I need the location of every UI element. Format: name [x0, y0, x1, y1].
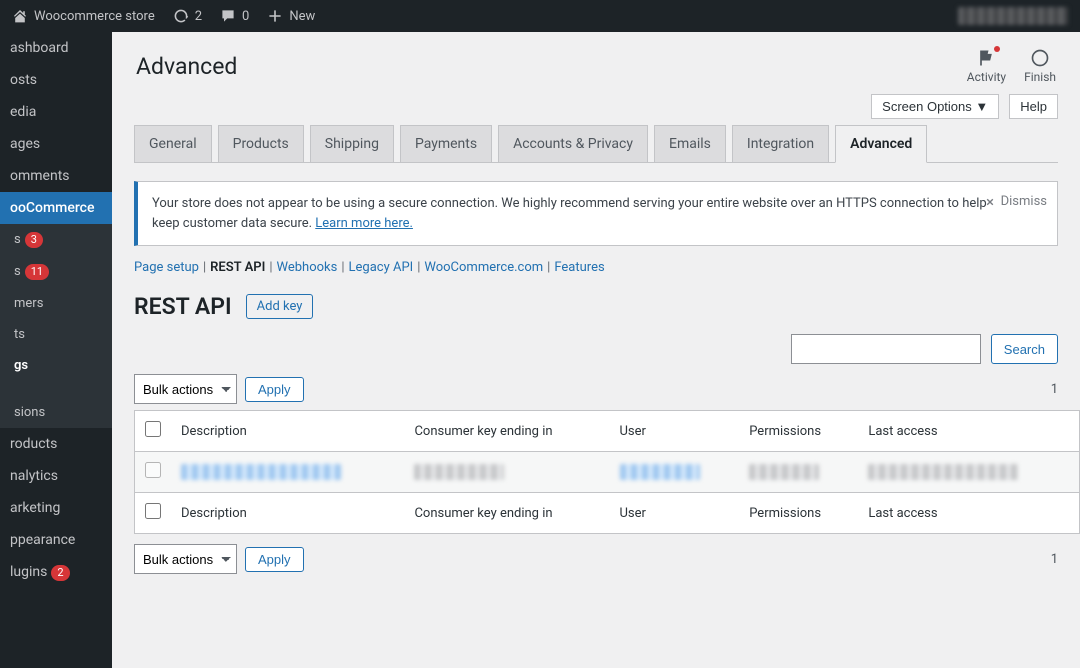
bulk-action-select-bottom[interactable]: Bulk actions [134, 544, 237, 574]
page-title: Advanced [136, 53, 237, 80]
item-count-bottom: 1 [1051, 552, 1058, 567]
adminbar: Woocommerce store 2 0 New [0, 0, 1080, 32]
sidebar-item[interactable]: arketing [0, 492, 112, 524]
help-button[interactable]: Help [1009, 94, 1058, 119]
sidebar-item[interactable]: ts [0, 319, 112, 350]
api-keys-table: Description Consumer key ending in User … [134, 410, 1080, 534]
new-label: New [289, 9, 315, 24]
home-icon [12, 8, 28, 24]
col-consumer-key-foot: Consumer key ending in [404, 493, 609, 534]
bulk-action-select-top[interactable]: Bulk actions [134, 374, 237, 404]
select-all-bottom[interactable] [145, 503, 161, 519]
sidebar-item[interactable] [0, 381, 112, 397]
subtab-webhooks[interactable]: Webhooks [277, 260, 338, 275]
dismiss-label: Dismiss [1001, 192, 1047, 212]
badge: 2 [51, 565, 69, 581]
select-all-top[interactable] [145, 421, 161, 437]
subtab-woocommerce-com[interactable]: WooCommerce.com [424, 260, 543, 275]
close-icon [983, 195, 997, 209]
col-description-foot: Description [171, 493, 404, 534]
dismiss-button[interactable]: Dismiss [983, 192, 1047, 212]
subtab-rest-api: REST API [210, 260, 265, 275]
sidebar-item[interactable]: s11 [0, 256, 112, 288]
sidebar-item[interactable]: lugins2 [0, 556, 112, 589]
col-description[interactable]: Description [171, 411, 404, 452]
col-last-access[interactable]: Last access [858, 411, 1079, 452]
site-link[interactable]: Woocommerce store [12, 8, 155, 24]
col-consumer-key[interactable]: Consumer key ending in [404, 411, 609, 452]
sidebar-item[interactable]: sions [0, 397, 112, 428]
tab-integration[interactable]: Integration [732, 125, 829, 162]
plus-icon [267, 8, 283, 24]
finish-label: Finish [1024, 70, 1056, 84]
col-user-foot: User [610, 493, 740, 534]
redacted-consumer-key [414, 464, 504, 480]
tab-payments[interactable]: Payments [400, 125, 492, 162]
add-key-button[interactable]: Add key [246, 294, 314, 319]
comment-icon [220, 8, 236, 24]
notice-learn-more[interactable]: Learn more here. [315, 216, 413, 231]
finish-setup[interactable]: Finish [1024, 48, 1056, 84]
sidebar-item[interactable]: edia [0, 96, 112, 128]
sidebar-item[interactable]: s3 [0, 224, 112, 256]
subtab-legacy-api[interactable]: Legacy API [349, 260, 414, 275]
sidebar-item[interactable]: mers [0, 288, 112, 319]
tab-general[interactable]: General [134, 125, 212, 162]
search-button[interactable]: Search [991, 334, 1058, 364]
subtab-page-setup[interactable]: Page setup [134, 260, 199, 275]
redacted-user [620, 464, 700, 480]
circle-icon [1030, 48, 1050, 68]
settings-tabs: GeneralProductsShippingPaymentsAccounts … [134, 125, 1058, 163]
site-name: Woocommerce store [34, 9, 155, 24]
activity-panel[interactable]: Activity [967, 48, 1006, 84]
search-input[interactable] [791, 334, 981, 364]
apply-button-top[interactable]: Apply [245, 377, 304, 402]
sidebar-item[interactable]: ashboard [0, 32, 112, 64]
notice-text: Your store does not appear to be using a… [152, 196, 987, 231]
tab-shipping[interactable]: Shipping [310, 125, 394, 162]
update-icon [173, 8, 189, 24]
badge: 11 [25, 264, 49, 280]
updates-count: 2 [195, 9, 202, 24]
tab-emails[interactable]: Emails [654, 125, 726, 162]
row-checkbox[interactable] [145, 462, 161, 478]
section-title: REST API [134, 293, 232, 320]
table-row[interactable] [135, 452, 1080, 493]
sidebar-item[interactable]: roducts [0, 428, 112, 460]
subtab-features[interactable]: Features [554, 260, 604, 275]
tab-accounts-privacy[interactable]: Accounts & Privacy [498, 125, 648, 162]
sidebar-item[interactable]: nalytics [0, 460, 112, 492]
col-last-access-foot: Last access [858, 493, 1079, 534]
tab-products[interactable]: Products [218, 125, 304, 162]
col-user[interactable]: User [610, 411, 740, 452]
https-notice: Your store does not appear to be using a… [134, 181, 1058, 246]
redacted-last-access [868, 464, 1018, 480]
comments-link[interactable]: 0 [220, 8, 249, 24]
sidebar-item[interactable]: omments [0, 160, 112, 192]
sidebar-item[interactable]: osts [0, 64, 112, 96]
updates-link[interactable]: 2 [173, 8, 202, 24]
advanced-subtabs: Page setup|REST API|Webhooks|Legacy API|… [134, 260, 1058, 275]
badge: 3 [25, 232, 43, 248]
col-permissions[interactable]: Permissions [739, 411, 858, 452]
redacted-description [181, 464, 341, 480]
admin-sidebar: ashboardostsediaagesommentsooCommerces3s… [0, 32, 112, 668]
sidebar-item[interactable]: ppearance [0, 524, 112, 556]
col-permissions-foot: Permissions [739, 493, 858, 534]
redacted-permissions [749, 464, 819, 480]
sidebar-item[interactable]: gs [0, 350, 112, 381]
user-info-redacted [958, 7, 1068, 25]
tab-advanced[interactable]: Advanced [835, 125, 927, 163]
activity-label: Activity [967, 70, 1006, 84]
main-content: Advanced Activity Finish Screen Options … [112, 32, 1080, 668]
flag-icon [976, 48, 996, 68]
item-count-top: 1 [1051, 382, 1058, 397]
comments-count: 0 [242, 9, 249, 24]
sidebar-item[interactable]: ooCommerce [0, 192, 112, 224]
new-link[interactable]: New [267, 8, 315, 24]
apply-button-bottom[interactable]: Apply [245, 547, 304, 572]
screen-options-button[interactable]: Screen Options ▼ [871, 94, 999, 119]
sidebar-item[interactable]: ages [0, 128, 112, 160]
